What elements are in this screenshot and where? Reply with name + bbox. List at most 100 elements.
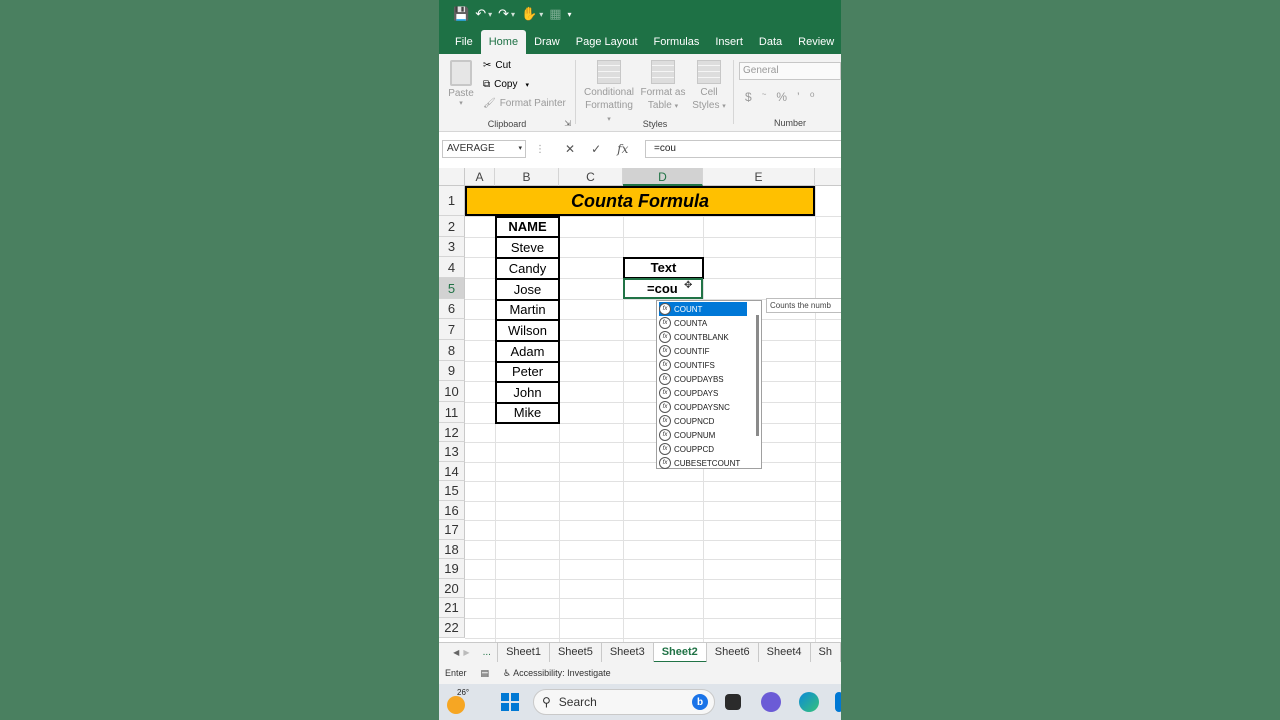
percent-button[interactable]: % xyxy=(776,90,787,104)
cell-styles-button[interactable]: Cell Styles ▾ xyxy=(689,60,729,113)
touch-mode-button[interactable]: ✋ ▾ xyxy=(521,6,543,22)
autocomplete-item[interactable]: fx COUPDAYS xyxy=(659,386,747,400)
name-header-cell[interactable]: NAME xyxy=(495,216,560,238)
row-header[interactable]: 19 xyxy=(439,559,465,579)
name-cell[interactable]: Steve xyxy=(495,236,560,259)
row-header[interactable]: 22 xyxy=(439,618,465,638)
row-header[interactable]: 11 xyxy=(439,402,465,423)
worksheet-grid[interactable]: A B C D E 1 2 3 4 5 6 7 8 9 10 11 12 13 … xyxy=(439,168,841,642)
name-cell[interactable]: Mike xyxy=(495,402,560,424)
tab-insert[interactable]: Insert xyxy=(707,30,751,54)
enter-button[interactable]: ✓ xyxy=(591,142,601,156)
taskbar-search[interactable]: ⚲ Search b xyxy=(533,689,715,715)
column-header-d[interactable]: D xyxy=(623,168,703,186)
column-header-b[interactable]: B xyxy=(495,168,559,186)
tab-file[interactable]: File xyxy=(447,30,481,54)
row-header[interactable]: 3 xyxy=(439,237,465,257)
task-view-icon[interactable] xyxy=(725,694,741,710)
autocomplete-item[interactable]: fx COUPNCD xyxy=(659,414,747,428)
name-cell[interactable]: John xyxy=(495,381,560,404)
title-cell[interactable]: Counta Formula xyxy=(465,186,815,216)
windows-start-icon[interactable] xyxy=(501,693,519,711)
copy-button[interactable]: ⧉ Copy ▾ xyxy=(483,79,529,90)
tab-draw[interactable]: Draw xyxy=(526,30,568,54)
sheet-tab[interactable]: Sheet3 xyxy=(602,642,654,663)
weather-widget[interactable]: 26° xyxy=(447,688,473,716)
autocomplete-item[interactable]: fx COUNTBLANK xyxy=(659,330,747,344)
next-sheet-icon[interactable]: ▶ xyxy=(461,648,471,657)
text-header-cell[interactable]: Text xyxy=(623,257,704,279)
row-header[interactable]: 1 xyxy=(439,186,465,216)
increase-decimal-button[interactable]: ⁰ xyxy=(810,90,815,104)
cancel-button[interactable]: ✕ xyxy=(565,142,575,156)
row-header[interactable]: 12 xyxy=(439,423,465,442)
bing-icon[interactable]: b xyxy=(692,694,708,710)
tab-page-layout[interactable]: Page Layout xyxy=(568,30,646,54)
row-header[interactable]: 14 xyxy=(439,462,465,481)
row-header[interactable]: 15 xyxy=(439,481,465,501)
select-all-corner[interactable] xyxy=(439,168,465,186)
name-cell[interactable]: Wilson xyxy=(495,319,560,342)
sheet-tab[interactable]: Sheet1 xyxy=(498,642,550,663)
autocomplete-item[interactable]: fx COUNTA xyxy=(659,316,747,330)
save-icon[interactable]: 💾 xyxy=(453,6,469,22)
row-header[interactable]: 13 xyxy=(439,442,465,462)
autocomplete-scrollbar[interactable] xyxy=(756,315,759,436)
autocomplete-item[interactable]: fx COUNTIF xyxy=(659,344,747,358)
row-header[interactable]: 4 xyxy=(439,257,465,278)
dialog-launcher-icon[interactable]: ⇲ xyxy=(564,119,571,128)
accessibility-status[interactable]: ♿ Accessibility: Investigate xyxy=(503,668,611,679)
autocomplete-item[interactable]: fx COUPNUM xyxy=(659,428,747,442)
app-icon[interactable] xyxy=(835,692,841,712)
tab-review[interactable]: Review xyxy=(790,30,841,54)
autocomplete-item[interactable]: fx COUNT xyxy=(659,302,747,316)
row-header[interactable]: 17 xyxy=(439,520,465,540)
row-header[interactable]: 20 xyxy=(439,579,465,598)
autocomplete-item[interactable]: fx COUPPCD xyxy=(659,442,747,456)
tab-home[interactable]: Home xyxy=(480,30,527,54)
tab-formulas[interactable]: Formulas xyxy=(646,30,708,54)
more-sheets-button[interactable]: ... xyxy=(482,647,492,658)
row-header[interactable]: 9 xyxy=(439,361,465,381)
currency-dropdown[interactable]: ~ xyxy=(762,90,767,104)
undo-button[interactable]: ↶ ▾ xyxy=(475,6,492,22)
form-icon[interactable]: ▦ xyxy=(549,6,561,22)
autocomplete-item[interactable]: fx COUPDAYBS xyxy=(659,372,747,386)
format-as-table-button[interactable]: Format as Table ▾ xyxy=(639,60,687,113)
paste-button[interactable]: Paste ▾ xyxy=(447,60,475,107)
comma-button[interactable]: ’ xyxy=(797,90,800,104)
name-cell[interactable]: Peter xyxy=(495,361,560,383)
chat-icon[interactable] xyxy=(761,692,781,712)
autocomplete-item[interactable]: fx CUBESETCOUNT xyxy=(659,456,747,470)
column-header-a[interactable]: A xyxy=(465,168,495,186)
row-header[interactable]: 10 xyxy=(439,381,465,402)
redo-button[interactable]: ↷ ▾ xyxy=(498,6,515,22)
row-header[interactable]: 5 xyxy=(439,278,465,299)
name-cell[interactable]: Jose xyxy=(495,278,560,301)
edge-browser-icon[interactable] xyxy=(799,692,819,712)
name-box[interactable]: AVERAGE ▾ xyxy=(442,140,526,158)
name-cell[interactable]: Adam xyxy=(495,340,560,363)
name-cell[interactable]: Candy xyxy=(495,257,560,280)
insert-function-button[interactable]: fx xyxy=(617,142,628,156)
sheet-tab-active[interactable]: Sheet2 xyxy=(653,642,707,663)
row-header[interactable]: 6 xyxy=(439,299,465,319)
cut-button[interactable]: ✂ Cut xyxy=(483,60,511,71)
sheet-tab[interactable]: Sheet4 xyxy=(759,642,811,663)
column-header-e[interactable]: E xyxy=(703,168,815,186)
row-header[interactable]: 16 xyxy=(439,501,465,520)
column-header-c[interactable]: C xyxy=(559,168,623,186)
autocomplete-item[interactable]: fx COUNTIFS xyxy=(659,358,747,372)
format-painter-button[interactable]: 🖌 Format Painter xyxy=(483,98,566,109)
sheet-tab[interactable]: Sheet6 xyxy=(707,642,759,663)
conditional-formatting-button[interactable]: Conditional Formatting ▾ xyxy=(583,60,635,126)
formula-input[interactable]: =cou xyxy=(645,140,841,158)
row-header[interactable]: 18 xyxy=(439,540,465,559)
tab-data[interactable]: Data xyxy=(751,30,790,54)
macro-recording-icon[interactable]: ▤ xyxy=(481,668,490,679)
row-header[interactable]: 7 xyxy=(439,319,465,340)
sheet-tab[interactable]: Sheet5 xyxy=(550,642,602,663)
name-cell[interactable]: Martin xyxy=(495,299,560,321)
customize-qat-icon[interactable]: ▾ xyxy=(568,10,572,19)
row-header[interactable]: 2 xyxy=(439,216,465,237)
